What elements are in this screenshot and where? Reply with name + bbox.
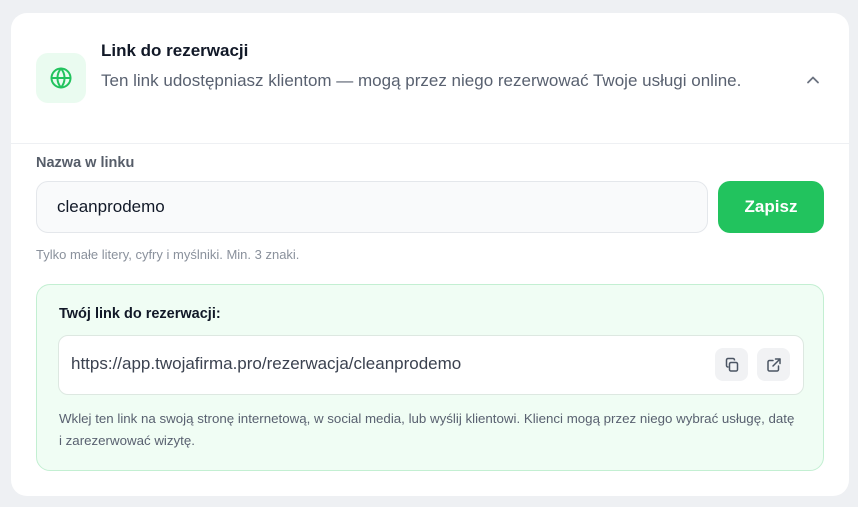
external-link-icon <box>766 357 781 372</box>
copy-link-button[interactable] <box>715 348 748 381</box>
collapse-toggle[interactable] <box>802 69 824 91</box>
booking-link-panel: Twój link do rezerwacji: https://app.two… <box>36 284 824 471</box>
chevron-up-icon <box>807 76 819 84</box>
copy-icon <box>725 357 738 372</box>
card-title: Link do rezerwacji <box>101 41 249 60</box>
slug-field-label: Nazwa w linku <box>36 155 135 171</box>
globe-icon-box <box>36 53 86 103</box>
save-button[interactable]: Zapisz <box>718 181 824 233</box>
card-description: Ten link udostępniasz klientom — mogą pr… <box>101 71 742 90</box>
booking-link-title: Twój link do rezerwacji: <box>59 306 221 322</box>
booking-url[interactable]: https://app.twojafirma.pro/rezerwacja/cl… <box>71 354 461 374</box>
open-link-button[interactable] <box>757 348 790 381</box>
booking-link-note: Wklej ten link na swoją stronę interneto… <box>59 411 795 448</box>
card-header[interactable]: Link do rezerwacji Ten link udostępniasz… <box>11 13 849 144</box>
slug-hint: Tylko małe litery, cyfry i myślniki. Min… <box>36 247 300 262</box>
booking-link-card: Link do rezerwacji Ten link udostępniasz… <box>11 13 849 496</box>
booking-url-field: https://app.twojafirma.pro/rezerwacja/cl… <box>58 335 804 395</box>
globe-icon <box>50 67 72 89</box>
slug-input[interactable] <box>36 181 708 233</box>
